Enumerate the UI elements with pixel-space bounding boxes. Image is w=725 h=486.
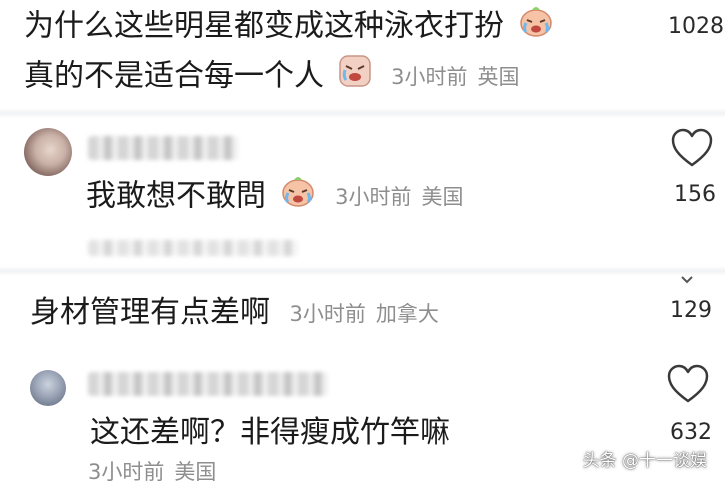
watermark: 头条 @十一谈娱 <box>582 451 707 471</box>
username-blurred[interactable] <box>88 372 328 396</box>
comment-4-body: 这还差啊？非得瘦成竹竿嘛 <box>90 415 450 450</box>
avatar[interactable] <box>30 370 66 406</box>
comment-3-meta: 3小时前 加拿大 <box>290 302 439 326</box>
username-blurred[interactable] <box>88 136 238 160</box>
divider <box>0 108 725 118</box>
comment-2-like-count: 156 <box>674 182 716 207</box>
comment-1-text-line1: 为什么这些明星都变成这种泳衣打扮 <box>24 4 554 50</box>
heart-icon[interactable] <box>670 128 714 172</box>
comment-4-like-count: 632 <box>670 420 712 445</box>
comment-2-meta: 3小时前 美国 <box>335 185 463 209</box>
comment-2-body: 我敢想不敢問 <box>86 178 266 214</box>
comment-1-location: 英国 <box>477 65 520 89</box>
comment-1-text-line2: 真的不是适合每一个人 3小时前 英国 <box>24 54 519 100</box>
comment-3-like-count: 129 <box>670 298 712 323</box>
comment-2-time: 3小时前 <box>335 185 412 209</box>
comment-1-meta: 3小时前 英国 <box>391 65 519 89</box>
divider <box>0 266 725 276</box>
comment-3-location: 加拿大 <box>375 301 439 326</box>
comment-1-like-count: 1028 <box>668 14 724 39</box>
comment-3-text: 身材管理有点差啊 3小时前 加拿大 <box>30 292 439 335</box>
crying-emoji-icon <box>518 4 554 50</box>
chevron-down-icon[interactable] <box>680 270 694 289</box>
comment-1-time: 3小时前 <box>391 65 468 89</box>
comment-1-line1: 为什么这些明星都变成这种泳衣打扮 <box>24 8 504 44</box>
crying-emoji-icon <box>338 54 372 100</box>
comment-4-time: 3小时前 <box>88 460 165 484</box>
avatar[interactable] <box>24 128 72 176</box>
comment-2-location: 美国 <box>421 185 464 209</box>
comment-4-location: 美国 <box>174 460 217 484</box>
heart-icon[interactable] <box>666 364 710 408</box>
comment-1-line2: 真的不是适合每一个人 <box>24 58 324 94</box>
comment-2-text: 我敢想不敢問 3小时前 美国 <box>86 174 463 220</box>
comment-4-text: 这还差啊？非得瘦成竹竿嘛 <box>90 412 450 454</box>
partial-text-blurred <box>88 240 298 256</box>
comment-4-meta: 3小时前 美国 <box>88 456 216 486</box>
crying-emoji-icon <box>280 174 316 220</box>
comment-3-body: 身材管理有点差啊 <box>30 295 270 330</box>
comment-3-time: 3小时前 <box>289 301 366 326</box>
